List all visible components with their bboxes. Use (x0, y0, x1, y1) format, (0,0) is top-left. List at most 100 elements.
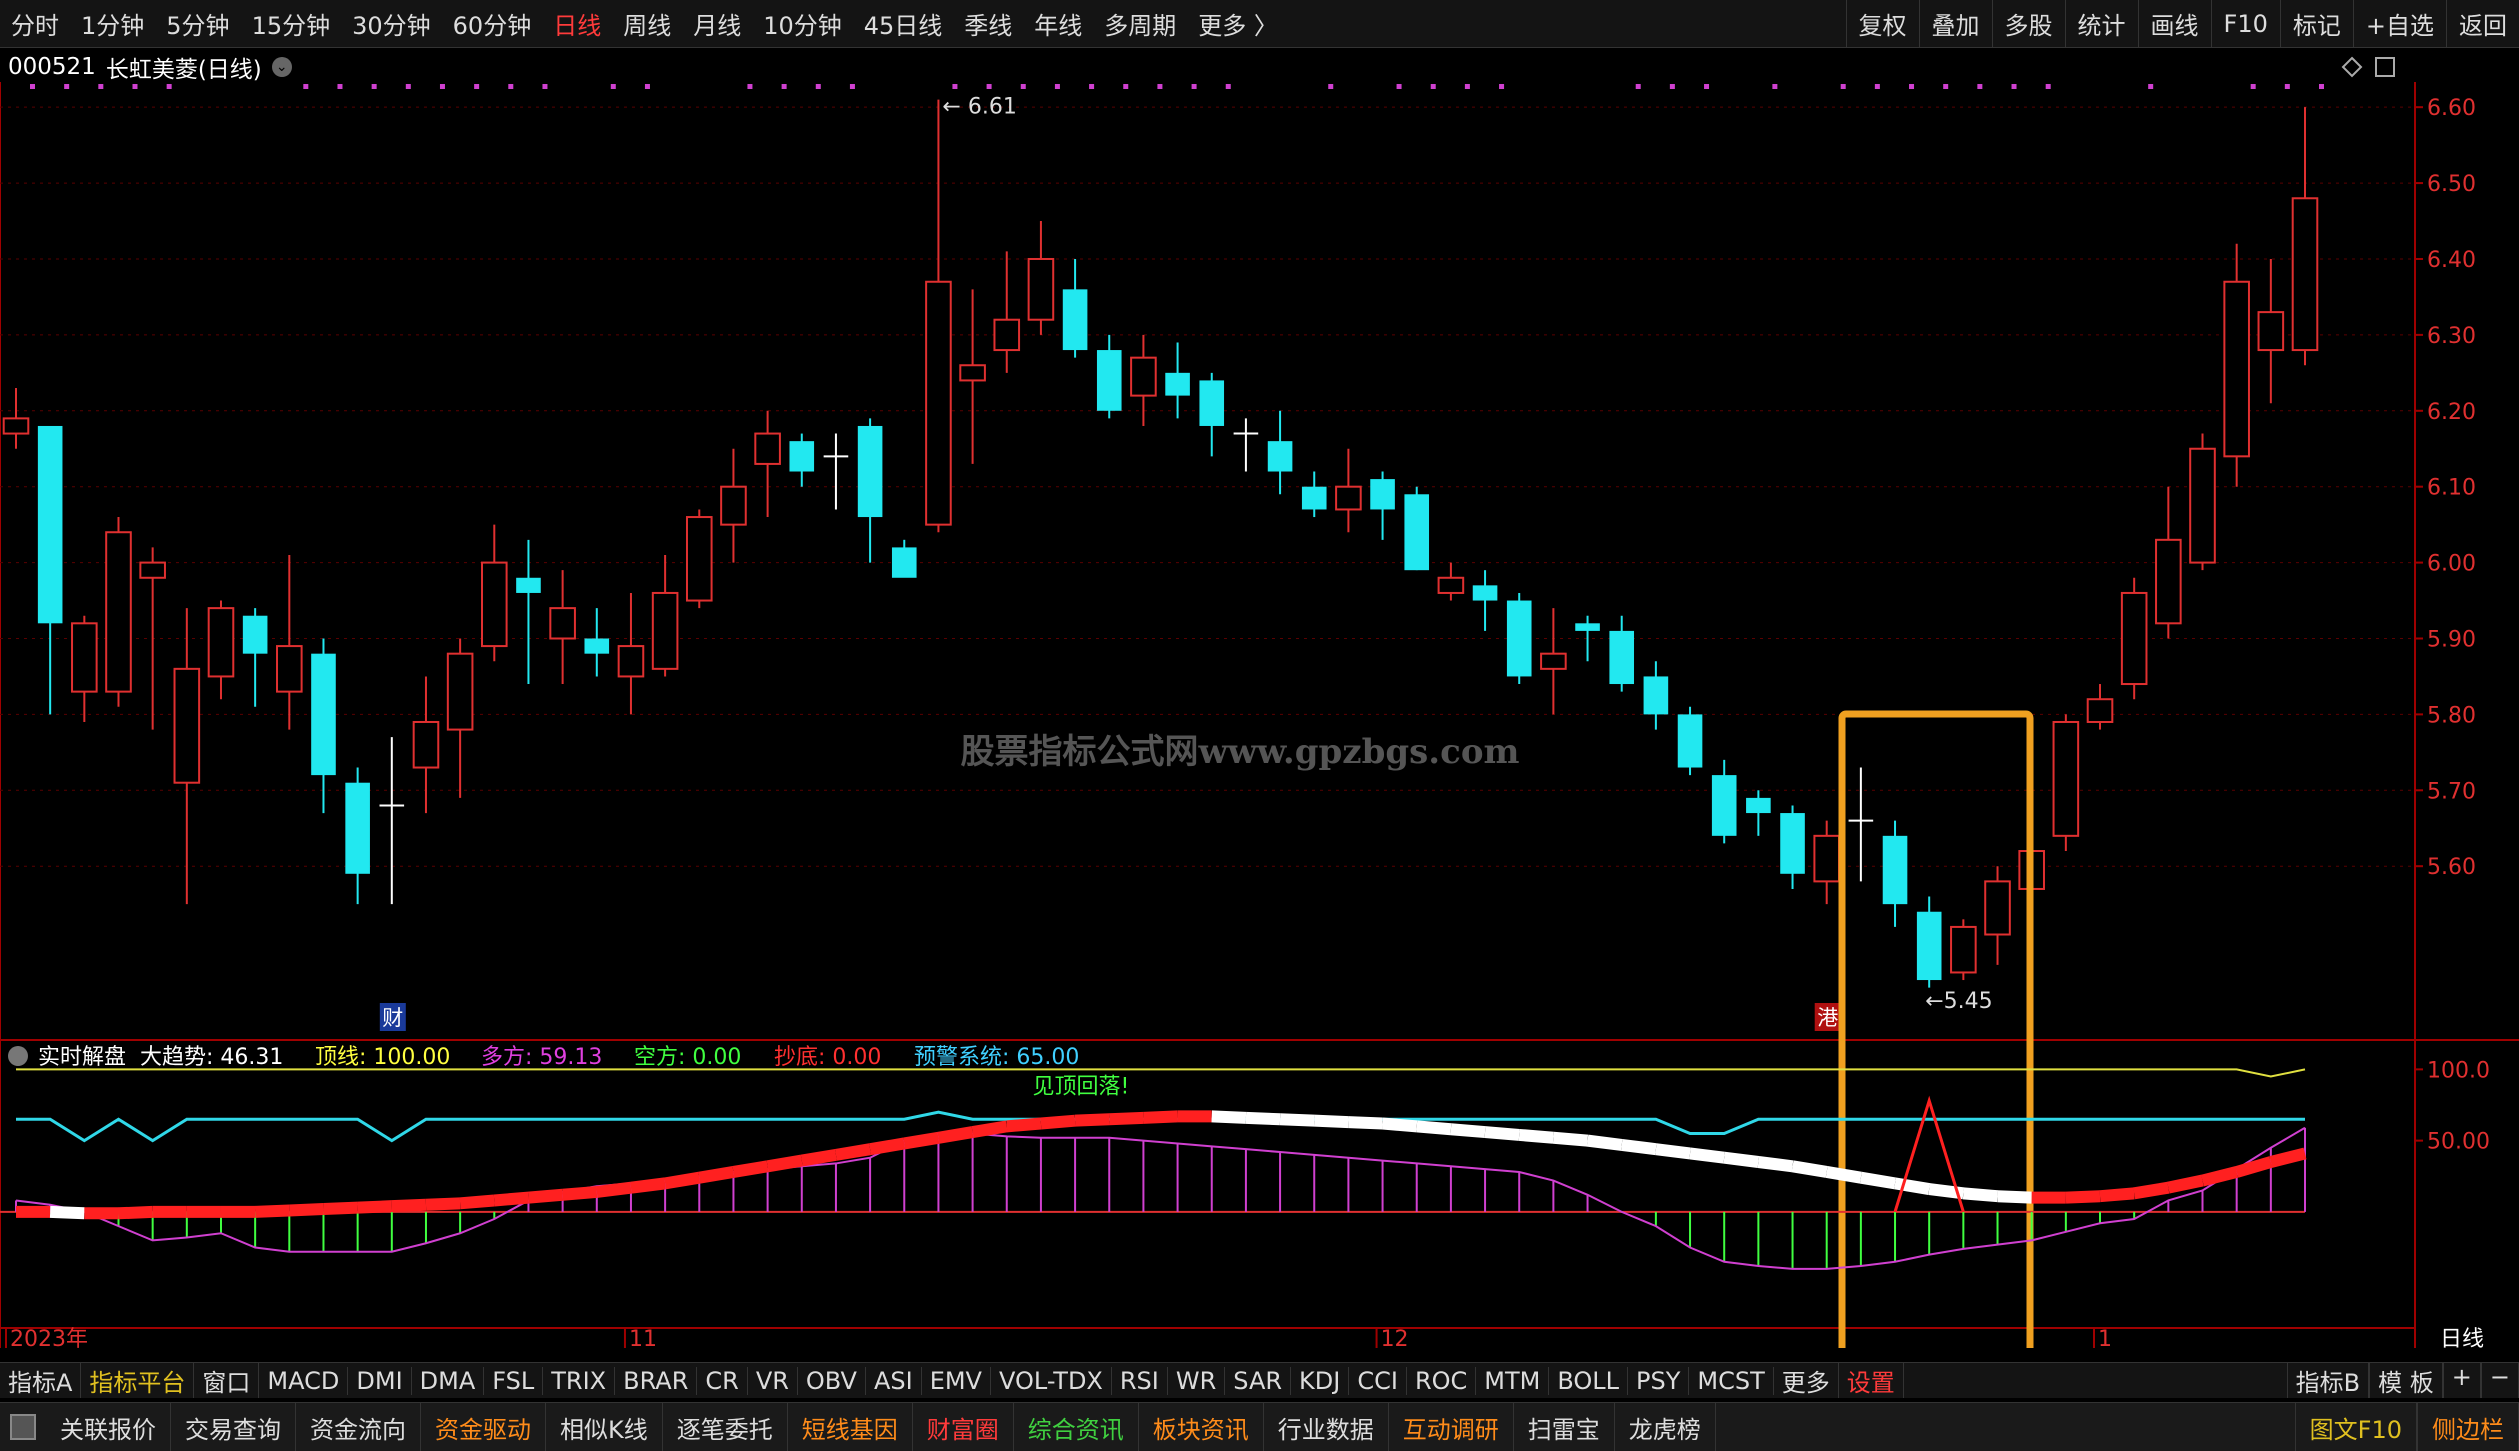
indicator-tab-13[interactable]: EMV (922, 1366, 991, 1395)
bottom-tab-13[interactable]: 龙虎榜 (1615, 1403, 1716, 1451)
ind-tick-label: 100.0 (2427, 1058, 2490, 1083)
indicator-tab-18[interactable]: KDJ (1291, 1366, 1350, 1395)
indicator-tab-6[interactable]: FSL (484, 1366, 544, 1395)
signal-dot (474, 84, 480, 89)
bottom-tab-11[interactable]: 互动调研 (1389, 1403, 1514, 1451)
period-tab-2[interactable]: 5分钟 (155, 6, 240, 41)
period-tab-1[interactable]: 1分钟 (70, 6, 155, 41)
period-tab-8[interactable]: 月线 (682, 6, 752, 41)
indicator-tab-15[interactable]: RSI (1112, 1366, 1168, 1395)
bottom-tab-6[interactable]: 短线基因 (788, 1403, 913, 1451)
trend-segment (1757, 1156, 1794, 1173)
topbar-right-item-7[interactable]: +自选 (2352, 0, 2446, 47)
indicator-tab-22[interactable]: BOLL (1549, 1366, 1629, 1395)
indicator-tab-0[interactable]: 指标A (0, 1363, 82, 1398)
bottom-tab-8[interactable]: 综合资讯 (1014, 1403, 1139, 1451)
indicator-tab-2[interactable]: 窗口 (194, 1363, 260, 1398)
bottom-tab-7[interactable]: 财富圈 (913, 1403, 1014, 1451)
period-tab-0[interactable]: 分时 (0, 6, 70, 41)
period-tab-10[interactable]: 45日线 (853, 6, 954, 41)
bottom-right-0[interactable]: 图文F10 (2294, 1403, 2417, 1451)
indicator-tab-7[interactable]: TRIX (543, 1366, 616, 1395)
topbar-right-item-2[interactable]: 多股 (1991, 0, 2065, 47)
period-tab-7[interactable]: 周线 (612, 6, 682, 41)
indicator-tab-4[interactable]: DMI (348, 1366, 412, 1395)
candle-body (1199, 380, 1225, 426)
candle-body (480, 561, 508, 648)
indicator-tab-1[interactable]: 指标平台 (81, 1363, 195, 1398)
topbar-right-item-0[interactable]: 复权 (1845, 0, 1919, 47)
indicator-chevron-icon[interactable] (8, 1046, 28, 1066)
price-chart[interactable]: 5.60 5.70 5.80 5.90 6.00 6.10 6.20 6.30 6.40 6.50… (0, 48, 2519, 1348)
signal-dot (815, 84, 821, 89)
bottom-tab-3[interactable]: 资金驱动 (421, 1403, 546, 1451)
indicator-tab-9[interactable]: CR (697, 1366, 748, 1395)
bottom-tab-0[interactable]: 关联报价 (46, 1403, 171, 1451)
topbar-right-item-5[interactable]: F10 (2210, 0, 2280, 47)
topbar-right-item-3[interactable]: 统计 (2064, 0, 2138, 47)
candle-body (139, 561, 166, 579)
period-tab-11[interactable]: 季线 (953, 6, 1023, 41)
signal-dot (1054, 84, 1060, 89)
ind-tick-label: 50.00 (2427, 1130, 2490, 1155)
indicator-right-1[interactable]: 模 板 (2369, 1363, 2443, 1398)
indicator-right-2[interactable]: + (2442, 1363, 2481, 1398)
bottom-tab-9[interactable]: 板块资讯 (1139, 1403, 1264, 1451)
indicator-tab-11[interactable]: OBV (798, 1366, 866, 1395)
bottom-tab-10[interactable]: 行业数据 (1264, 1403, 1389, 1451)
indicator-tab-16[interactable]: WR (1168, 1366, 1226, 1395)
candle-body (1950, 925, 1977, 974)
signal-dot (1772, 84, 1778, 89)
bottom-tab-12[interactable]: 扫雷宝 (1514, 1403, 1615, 1451)
chevron-down-icon[interactable]: ⌄ (271, 57, 292, 77)
date-label: 1 (2098, 1327, 2112, 1348)
y-tick-label: 6.10 (2427, 476, 2476, 501)
bottom-tab-1[interactable]: 交易查询 (171, 1403, 296, 1451)
panel-toggle-icon[interactable] (10, 1414, 36, 1440)
period-tab-14[interactable]: 更多 〉 (1187, 6, 1289, 41)
candle-body (173, 667, 201, 784)
trend-segment (1382, 1117, 1418, 1133)
indicator-tab-24[interactable]: MCST (1689, 1366, 1774, 1395)
indicator-tab-25[interactable]: 更多 (1774, 1363, 1839, 1398)
indicator-tab-19[interactable]: CCI (1349, 1366, 1407, 1395)
trend-segment (1006, 1117, 1042, 1133)
topbar-right-item-4[interactable]: 画线 (2137, 0, 2211, 47)
topbar-right-item-1[interactable]: 叠加 (1918, 0, 1992, 47)
candle-body (1437, 576, 1465, 594)
indicator-tab-21[interactable]: MTM (1476, 1366, 1550, 1395)
candle-body (516, 577, 541, 593)
y-tick-label: 5.60 (2427, 855, 2476, 880)
indicator-tab-3[interactable]: MACD (259, 1366, 349, 1395)
period-tab-5[interactable]: 60分钟 (442, 6, 543, 41)
candle-body (311, 653, 336, 776)
period-tab-13[interactable]: 多周期 (1093, 6, 1187, 41)
indicator-tab-8[interactable]: BRAR (615, 1366, 698, 1395)
signal-dot (2011, 84, 2017, 89)
bottom-right-1[interactable]: 侧边栏 (2417, 1403, 2519, 1451)
period-tab-3[interactable]: 15分钟 (241, 6, 342, 41)
indicator-tab-26[interactable]: 设置 (1839, 1363, 1904, 1398)
indicator-tab-5[interactable]: DMA (412, 1366, 485, 1395)
bottom-tab-5[interactable]: 逐笔委托 (663, 1403, 788, 1451)
indicator-tab-17[interactable]: SAR (1225, 1366, 1292, 1395)
period-tab-9[interactable]: 10分钟 (752, 6, 853, 41)
period-tab-6[interactable]: 日线 (542, 6, 612, 41)
candle-body (412, 720, 440, 769)
indicator-tab-12[interactable]: ASI (866, 1366, 922, 1395)
diamond-icon[interactable] (2341, 56, 2363, 78)
period-tab-4[interactable]: 30分钟 (341, 6, 442, 41)
candle-body (720, 485, 747, 526)
indicator-tab-10[interactable]: VR (748, 1366, 798, 1395)
indicator-tab-20[interactable]: ROC (1407, 1366, 1477, 1395)
bottom-tab-4[interactable]: 相似K线 (546, 1403, 663, 1451)
indicator-tab-14[interactable]: VOL-TDX (991, 1366, 1112, 1395)
bottom-tab-2[interactable]: 资金流向 (296, 1403, 421, 1451)
window-icon[interactable] (2375, 57, 2395, 77)
indicator-right-0[interactable]: 指标B (2286, 1363, 2370, 1398)
topbar-right-item-8[interactable]: 返回 (2446, 0, 2519, 47)
indicator-right-3[interactable]: − (2480, 1363, 2519, 1398)
indicator-tab-23[interactable]: PSY (1628, 1366, 1690, 1395)
topbar-right-item-6[interactable]: 标记 (2279, 0, 2353, 47)
period-tab-12[interactable]: 年线 (1023, 6, 1093, 41)
